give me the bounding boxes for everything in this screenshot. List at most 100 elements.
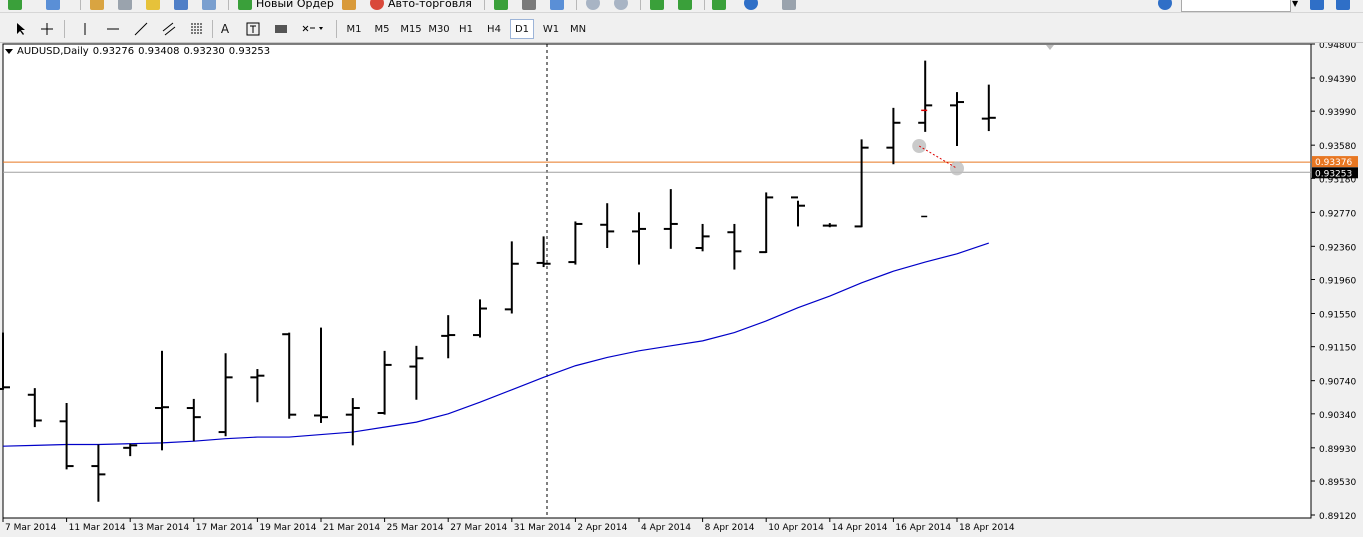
date-axis-label: 17 Mar 2014 bbox=[196, 523, 253, 533]
date-axis-label: 4 Apr 2014 bbox=[641, 523, 691, 533]
equidistant-channel-button[interactable] bbox=[158, 19, 180, 39]
gear-icon bbox=[1158, 0, 1172, 10]
new-chart-button[interactable] bbox=[8, 0, 26, 12]
profiles-icon bbox=[46, 0, 60, 10]
new-order-button[interactable]: Новый Ордер bbox=[238, 0, 334, 12]
rectangle-icon bbox=[275, 25, 287, 33]
meta-editor-button[interactable] bbox=[342, 0, 360, 12]
timeframe-button-h4[interactable]: H4 bbox=[482, 19, 506, 39]
text-button[interactable]: A bbox=[214, 19, 236, 39]
line-chart-button[interactable] bbox=[550, 0, 568, 12]
date-axis-label: 19 Mar 2014 bbox=[259, 523, 316, 533]
market-watch-button[interactable] bbox=[90, 0, 108, 12]
horizontal-line-button[interactable] bbox=[102, 19, 124, 39]
line-chart-icon bbox=[550, 0, 564, 10]
price-scale-label: 0.92770 bbox=[1319, 209, 1356, 219]
horizontal-line-icon bbox=[107, 28, 119, 30]
price-scale-label: 0.89530 bbox=[1319, 478, 1356, 488]
date-axis-label: 31 Mar 2014 bbox=[514, 523, 571, 533]
timeframe-button-m1[interactable]: M1 bbox=[342, 19, 366, 39]
zoom-out-button[interactable] bbox=[614, 0, 632, 12]
price-scale-label: 0.91150 bbox=[1319, 344, 1356, 354]
template-icon bbox=[782, 0, 796, 10]
date-axis-label: 18 Apr 2014 bbox=[959, 523, 1015, 533]
date-axis-label: 13 Mar 2014 bbox=[132, 523, 189, 533]
templates-button[interactable] bbox=[782, 0, 800, 12]
timeframe-button-m5[interactable]: M5 bbox=[370, 19, 394, 39]
candlestick-button[interactable] bbox=[522, 0, 540, 12]
price-scale-label: 0.90340 bbox=[1319, 411, 1356, 421]
settings-button[interactable] bbox=[1158, 0, 1176, 12]
timeframe-button-mn[interactable]: MN bbox=[566, 19, 590, 39]
price-chart[interactable]: 0.948000.943900.939900.935800.931800.927… bbox=[0, 43, 1363, 537]
bid-price-text: 0.93253 bbox=[1315, 169, 1352, 179]
price-scale-label: 0.89930 bbox=[1319, 445, 1356, 455]
date-axis-label: 11 Mar 2014 bbox=[69, 523, 126, 533]
periods-button[interactable] bbox=[744, 0, 762, 12]
clock-icon bbox=[744, 0, 758, 10]
price-scale-label: 0.93990 bbox=[1319, 108, 1356, 118]
navigator-icon bbox=[118, 0, 132, 10]
main-toolbar: Новый Ордер Авто-торговля bbox=[0, 0, 1363, 13]
price-scale-label: 0.91960 bbox=[1319, 277, 1356, 287]
ask-price-text: 0.93376 bbox=[1315, 158, 1352, 168]
price-scale-label: 0.90740 bbox=[1319, 378, 1356, 388]
auto-scroll-button[interactable] bbox=[678, 0, 696, 12]
add-indicator-icon bbox=[712, 0, 726, 10]
zoom-in-button[interactable] bbox=[586, 0, 604, 12]
autotrading-icon bbox=[370, 0, 384, 10]
cursor-button[interactable] bbox=[10, 19, 32, 39]
timeframe-button-h1[interactable]: H1 bbox=[454, 19, 478, 39]
autotrading-button[interactable]: Авто-торговля bbox=[370, 0, 472, 12]
search-icon bbox=[1310, 0, 1324, 10]
bar-chart-button[interactable] bbox=[494, 0, 512, 12]
timeframe-button-d1[interactable]: D1 bbox=[510, 19, 534, 39]
timeframe-button-w1[interactable]: W1 bbox=[538, 19, 564, 39]
profiles-button[interactable] bbox=[46, 0, 64, 12]
date-axis-label: 2 Apr 2014 bbox=[577, 523, 627, 533]
chevron-down-icon: ▼ bbox=[1292, 0, 1299, 8]
symbol-timeframe: AUDUSD,Daily bbox=[17, 46, 89, 57]
market-watch-icon bbox=[90, 0, 104, 10]
vertical-line-icon bbox=[84, 23, 86, 35]
drawing-toolbar: A M1 M5 M15 M30 H1 H4 D1 W1 MN bbox=[0, 16, 1363, 43]
candlestick-icon bbox=[522, 0, 536, 10]
help-button[interactable] bbox=[1336, 0, 1354, 12]
new-order-icon bbox=[238, 0, 252, 10]
price-scale-label: 0.89120 bbox=[1319, 512, 1356, 522]
date-axis-label: 25 Mar 2014 bbox=[387, 523, 444, 533]
navigator-button[interactable] bbox=[118, 0, 136, 12]
high-price: 0.93408 bbox=[138, 46, 180, 57]
crosshair-button[interactable] bbox=[36, 19, 58, 39]
tile-windows-button[interactable] bbox=[650, 0, 668, 12]
terminal-button[interactable] bbox=[174, 0, 192, 12]
vertical-line-button[interactable] bbox=[74, 19, 96, 39]
price-scale-label: 0.94390 bbox=[1319, 75, 1356, 85]
tile-icon bbox=[650, 0, 664, 10]
zoom-out-icon bbox=[614, 0, 628, 10]
search-input[interactable] bbox=[1181, 0, 1291, 12]
favorites-button[interactable] bbox=[146, 0, 164, 12]
price-scale-label: 0.92360 bbox=[1319, 243, 1356, 253]
help-icon bbox=[1336, 0, 1350, 10]
indicators-button[interactable] bbox=[712, 0, 730, 12]
rectangle-button[interactable] bbox=[270, 19, 292, 39]
timeframe-button-m30[interactable]: M30 bbox=[426, 19, 452, 39]
arrows-dropdown-button[interactable] bbox=[298, 19, 328, 39]
text-label-button[interactable] bbox=[242, 19, 264, 39]
crosshair-icon bbox=[41, 23, 53, 35]
trendline-button[interactable] bbox=[130, 19, 152, 39]
search-button[interactable] bbox=[1310, 0, 1328, 12]
date-axis-label: 10 Apr 2014 bbox=[768, 523, 824, 533]
price-scale-label: 0.93580 bbox=[1319, 142, 1356, 152]
text-icon: A bbox=[220, 22, 230, 36]
collapse-triangle-icon[interactable] bbox=[5, 49, 13, 54]
search-dropdown-button[interactable]: ▼ bbox=[1292, 0, 1298, 12]
price-scale-label: 0.94800 bbox=[1319, 43, 1356, 51]
tester-button[interactable] bbox=[202, 0, 220, 12]
terminal-icon bbox=[174, 0, 188, 10]
chart-window[interactable]: 0.94800 0.94390 0.93990 0.93580 0.93180 0.927… bbox=[0, 43, 1363, 537]
price-scale-label: 0.91550 bbox=[1319, 310, 1356, 320]
fibonacci-button[interactable] bbox=[186, 19, 208, 39]
timeframe-button-m15[interactable]: M15 bbox=[398, 19, 424, 39]
